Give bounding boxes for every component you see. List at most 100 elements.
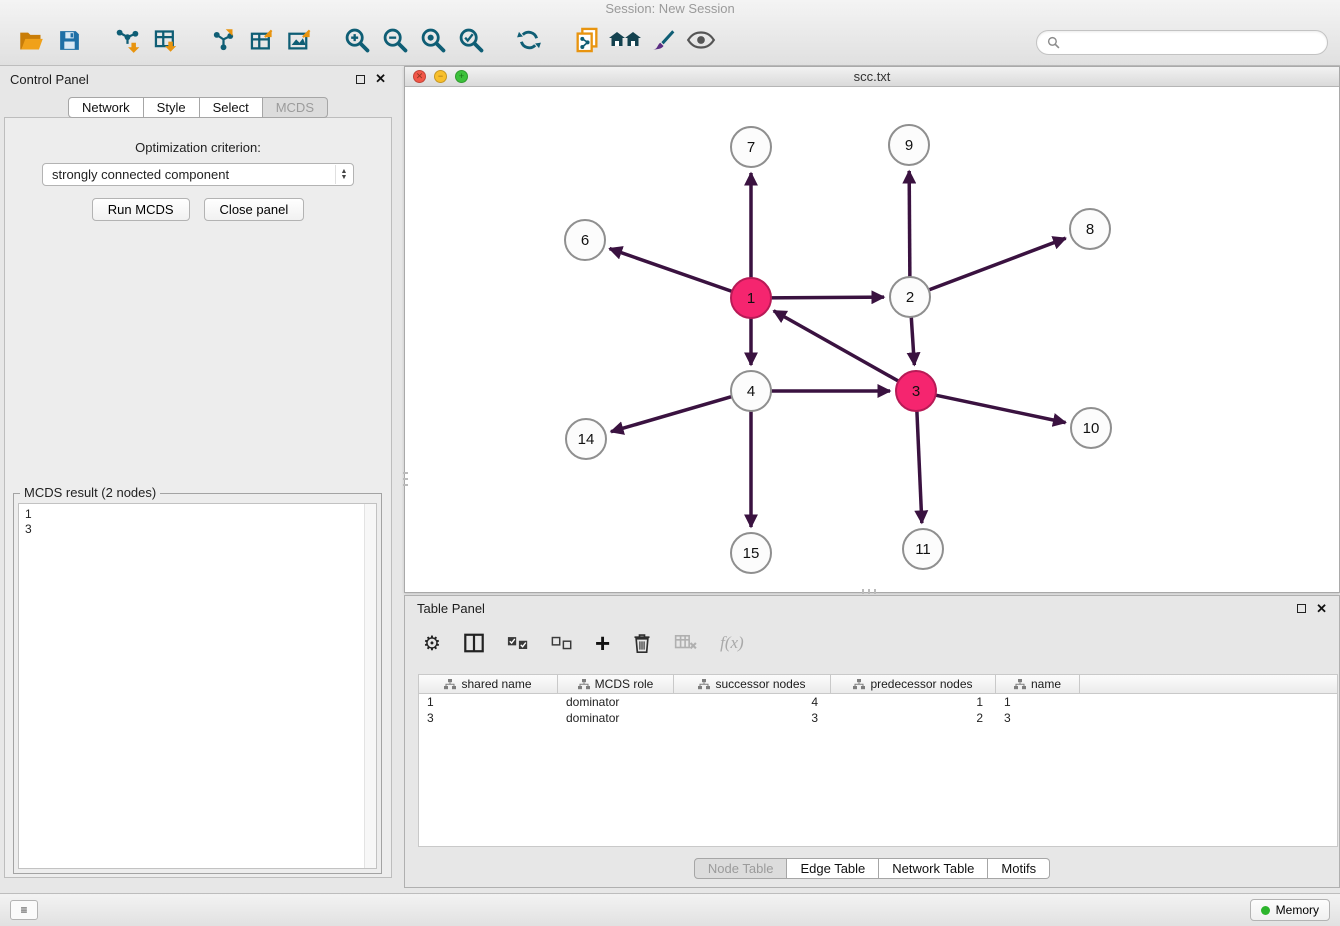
table-cell[interactable]: 2 (831, 710, 996, 726)
float-table-panel-icon[interactable] (1297, 604, 1306, 613)
export-image-button[interactable] (280, 21, 318, 59)
left-resize-grip[interactable] (403, 469, 408, 491)
float-panel-icon[interactable] (356, 75, 365, 84)
close-panel-button[interactable]: Close panel (204, 198, 305, 221)
graph-node-7[interactable]: 7 (730, 126, 772, 168)
graph-node-8[interactable]: 8 (1069, 208, 1111, 250)
export-network-button[interactable] (204, 21, 242, 59)
column-type-icon (853, 679, 865, 690)
graph-edge-1-2[interactable] (767, 297, 884, 298)
memory-button[interactable]: Memory (1250, 899, 1330, 921)
graph-node-2[interactable]: 2 (889, 276, 931, 318)
duplicate-network-button[interactable] (568, 21, 606, 59)
refresh-button[interactable] (510, 21, 548, 59)
delete-table-button[interactable] (674, 628, 698, 658)
search-box[interactable] (1036, 30, 1328, 55)
control-tab-style[interactable]: Style (144, 97, 200, 118)
graph-edge-3-10[interactable] (932, 394, 1066, 422)
graph-edge-1-6[interactable] (610, 249, 736, 293)
zoom-selected-button[interactable] (452, 21, 490, 59)
graph-node-11[interactable]: 11 (902, 528, 944, 570)
graph-node-4[interactable]: 4 (730, 370, 772, 412)
import-table-button[interactable] (146, 21, 184, 59)
show-columns-button[interactable] (463, 628, 485, 658)
control-panel-tabs: NetworkStyleSelectMCDS (0, 97, 396, 118)
result-scrollbar[interactable] (364, 504, 376, 868)
table-settings-button[interactable]: ⚙ (423, 628, 441, 658)
graph-node-9[interactable]: 9 (888, 124, 930, 166)
save-session-button[interactable] (50, 21, 88, 59)
control-tab-select[interactable]: Select (200, 97, 263, 118)
graph-edge-3-1[interactable] (774, 311, 902, 383)
refresh-icon (515, 26, 543, 54)
table-cell[interactable]: 4 (674, 694, 831, 710)
function-builder-button[interactable]: f(x) (720, 628, 744, 658)
show-hide-button[interactable] (682, 21, 720, 59)
bottom-resize-grip[interactable] (859, 589, 881, 594)
network-window-title: scc.txt (405, 69, 1339, 84)
control-tab-network[interactable]: Network (68, 97, 144, 118)
table-cell[interactable]: 1 (831, 694, 996, 710)
close-table-panel-icon[interactable]: ✕ (1316, 604, 1327, 614)
table-tab-motifs[interactable]: Motifs (988, 858, 1050, 879)
mcds-result-text: 1 3 (19, 504, 376, 540)
plus-icon: + (595, 633, 610, 653)
table-cell[interactable]: dominator (558, 694, 674, 710)
graph-node-14[interactable]: 14 (565, 418, 607, 460)
column-header-name[interactable]: name (996, 675, 1080, 693)
column-header-shared-name[interactable]: shared name (419, 675, 558, 693)
table-cell[interactable]: dominator (558, 710, 674, 726)
memory-label: Memory (1276, 903, 1319, 917)
graph-node-1[interactable]: 1 (730, 277, 772, 319)
annotation-button[interactable] (644, 21, 682, 59)
graph-edge-4-14[interactable] (611, 395, 736, 431)
table-cell[interactable]: 3 (996, 710, 1080, 726)
table-row[interactable]: 3dominator323 (419, 710, 1337, 726)
table-tab-network-table[interactable]: Network Table (879, 858, 988, 879)
select-all-button[interactable] (507, 628, 529, 658)
graph-node-3[interactable]: 3 (895, 370, 937, 412)
deselect-all-button[interactable] (551, 628, 573, 658)
control-tab-mcds[interactable]: MCDS (263, 97, 328, 118)
task-history-button[interactable]: ≡ (10, 900, 38, 920)
column-header-mcds-role[interactable]: MCDS role (558, 675, 674, 693)
control-panel-title: Control Panel (10, 72, 89, 87)
table-cell[interactable]: 1 (996, 694, 1080, 710)
graph-node-15[interactable]: 15 (730, 532, 772, 574)
zoom-fit-button[interactable] (414, 21, 452, 59)
delete-table-icon (674, 634, 698, 652)
edge-layer (405, 87, 1339, 592)
column-header-predecessor-nodes[interactable]: predecessor nodes (831, 675, 996, 693)
export-image-icon (286, 27, 313, 54)
table-row[interactable]: 1dominator411 (419, 694, 1337, 710)
graph-edge-2-8[interactable] (925, 238, 1066, 291)
mcds-result-box[interactable]: 1 3 (18, 503, 377, 869)
import-network-button[interactable] (108, 21, 146, 59)
zoom-in-button[interactable] (338, 21, 376, 59)
ndex-button[interactable] (606, 21, 644, 59)
open-session-button[interactable] (12, 21, 50, 59)
table-tab-node-table[interactable]: Node Table (694, 858, 788, 879)
table-cell[interactable]: 3 (419, 710, 558, 726)
graph-node-6[interactable]: 6 (564, 219, 606, 261)
document-copy-icon (573, 26, 601, 54)
network-canvas[interactable]: 7 9 6 8 1 2 4 3 14 10 15 11 (405, 87, 1339, 592)
optimization-criterion-dropdown[interactable]: strongly connected component ▲▼ (42, 163, 354, 186)
graph-node-10[interactable]: 10 (1070, 407, 1112, 449)
close-panel-icon[interactable]: ✕ (375, 74, 386, 84)
delete-column-button[interactable] (632, 628, 652, 658)
graph-edge-2-9[interactable] (909, 171, 910, 281)
add-column-button[interactable]: + (595, 628, 610, 658)
zoom-out-button[interactable] (376, 21, 414, 59)
table-tab-edge-table[interactable]: Edge Table (787, 858, 879, 879)
network-window-titlebar: scc.txt ✕ − + (405, 67, 1339, 87)
graph-edge-3-11[interactable] (917, 407, 922, 523)
table-cell[interactable]: 3 (674, 710, 831, 726)
column-header-successor-nodes[interactable]: successor nodes (674, 675, 831, 693)
run-mcds-button[interactable]: Run MCDS (92, 198, 190, 221)
graph-edge-2-3[interactable] (911, 313, 914, 365)
column-header-label: shared name (461, 677, 531, 691)
export-table-button[interactable] (242, 21, 280, 59)
table-cell[interactable]: 1 (419, 694, 558, 710)
search-input[interactable] (1066, 35, 1317, 50)
